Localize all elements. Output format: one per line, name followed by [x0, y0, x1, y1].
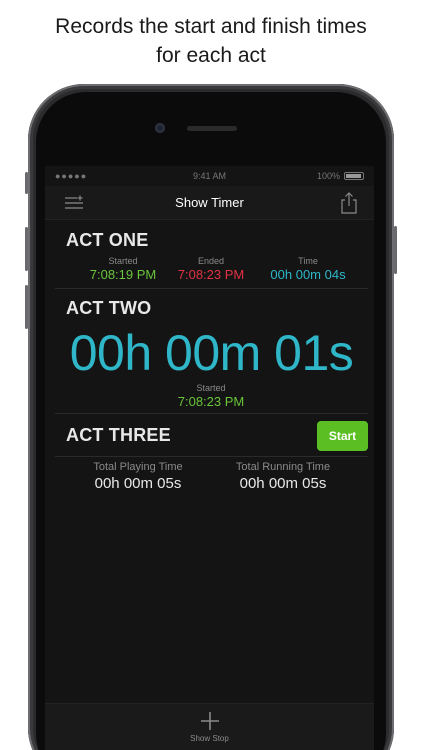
act-one-ended-value: 7:08:23 PM — [177, 267, 245, 282]
total-running-time-value: 00h 00m 05s — [239, 475, 327, 492]
caption-line-1: Records the start and finish times — [55, 15, 367, 38]
earpiece-speaker — [187, 126, 237, 131]
act-two-started-label: Started — [196, 383, 226, 393]
navigation-bar: Show Timer — [45, 186, 374, 220]
act-three-name: ACT THREE — [66, 425, 171, 445]
status-bar: ●●●●● 9:41 AM 100% — [45, 166, 374, 186]
totals-panel: Total Playing Time 00h 00m 05s Total Run… — [55, 458, 368, 508]
act-two-running-timer: 00h 00m 01s — [69, 325, 354, 381]
act-two-started-value: 7:08:23 PM — [177, 394, 245, 409]
plus-icon[interactable] — [200, 711, 220, 731]
act-two-row[interactable]: ACT TWO 00h 00m 01s Started 7:08:23 PM — [55, 290, 368, 414]
battery-percent: 100% — [316, 171, 340, 181]
page-title: Show Timer — [175, 195, 244, 210]
volume-down-button — [25, 285, 28, 329]
total-running-time-label: Total Running Time — [235, 461, 331, 473]
app-screen: ●●●●● 9:41 AM 100% Show Timer ACT ONE St… — [45, 166, 374, 750]
act-one-time-value: 00h 00m 04s — [270, 267, 346, 282]
mute-switch — [25, 172, 28, 194]
volume-up-button — [25, 227, 28, 271]
act-one-row[interactable]: ACT ONE Started 7:08:19 PM Ended 7:08:23… — [55, 221, 368, 289]
show-stop-button[interactable]: Show Stop — [45, 734, 374, 743]
act-one-started-label: Started — [108, 256, 138, 266]
power-button — [394, 226, 397, 274]
act-one-ended-label: Ended — [197, 256, 225, 266]
act-one-started-value: 7:08:19 PM — [89, 267, 157, 282]
front-camera — [155, 123, 165, 133]
share-icon[interactable] — [340, 192, 358, 214]
start-button[interactable]: Start — [317, 421, 368, 451]
bottom-toolbar: Show Stop — [45, 703, 374, 750]
marketing-caption: Records the start and finish times for e… — [0, 12, 422, 70]
act-two-name: ACT TWO — [66, 298, 152, 318]
act-one-name: ACT ONE — [66, 230, 149, 250]
act-three-row[interactable]: ACT THREE Start — [55, 415, 368, 457]
act-one-time-label: Time — [298, 256, 318, 266]
total-playing-time-value: 00h 00m 05s — [94, 475, 182, 492]
caption-line-2: for each act — [156, 44, 266, 67]
total-playing-time-label: Total Playing Time — [93, 461, 183, 473]
battery-icon — [344, 172, 364, 180]
